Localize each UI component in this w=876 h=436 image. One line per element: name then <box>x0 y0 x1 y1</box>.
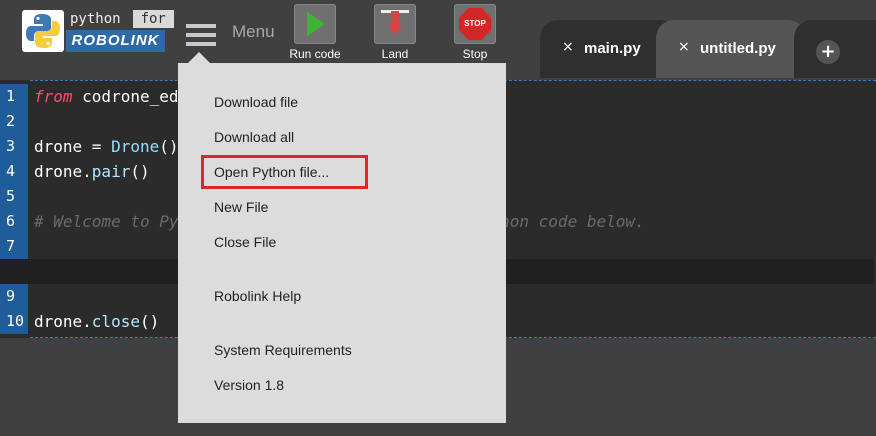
line-number: 7 <box>0 234 28 259</box>
line-number: 3 <box>0 134 28 159</box>
code-text: codrone_ed <box>72 87 179 106</box>
line-number: 2 <box>0 109 28 134</box>
tab-untitled-py[interactable]: × untitled.py <box>656 20 806 78</box>
stop-label: Stop <box>462 47 488 61</box>
python-for-robolink-logo: python for ROBOLINK <box>22 10 174 52</box>
close-tab-icon[interactable]: × <box>562 39 574 55</box>
play-icon[interactable] <box>294 4 336 44</box>
menu-label[interactable]: Menu <box>232 22 275 42</box>
run-code-label: Run code <box>289 47 341 61</box>
line-number: 1 <box>0 84 28 109</box>
code-text: drone = <box>34 137 112 156</box>
hamburger-menu-icon[interactable] <box>186 24 216 46</box>
main-menu-dropdown: Download file Download all Open Python f… <box>178 63 506 423</box>
line-number: 4 <box>0 159 28 184</box>
add-tab-button[interactable]: + <box>816 40 840 64</box>
line-number: 10 <box>0 309 28 334</box>
logo-robolink-text: ROBOLINK <box>66 30 165 52</box>
code-text: drone. <box>34 162 92 181</box>
menu-item-close-file[interactable]: Close File <box>214 234 276 250</box>
stop-sign-icon[interactable]: STOP <box>454 4 496 44</box>
python-logo-icon <box>22 10 64 52</box>
code-text: drone. <box>34 312 92 331</box>
line-number: 6 <box>0 209 28 234</box>
menu-item-download-file[interactable]: Download file <box>214 94 298 110</box>
comment-text: thon code below. <box>490 212 645 231</box>
land-label: Land <box>381 47 409 61</box>
stop-sign-text: STOP <box>459 8 491 40</box>
line-number: 9 <box>0 284 28 309</box>
run-code-button[interactable]: Run code <box>280 4 350 61</box>
code-text: () <box>130 162 150 181</box>
new-tab-area: + <box>794 20 876 78</box>
tab-label: untitled.py <box>700 40 776 57</box>
land-button[interactable]: Land <box>360 4 430 61</box>
menu-item-robolink-help[interactable]: Robolink Help <box>214 288 301 304</box>
dropdown-caret-icon <box>188 52 210 63</box>
line-number: 5 <box>0 184 28 209</box>
comment-text: # Welcome to Py <box>34 212 179 231</box>
logo-top-row: python for <box>66 10 174 28</box>
keyword-from: from <box>34 87 73 106</box>
tab-label: main.py <box>584 40 641 57</box>
menu-item-version: Version 1.8 <box>214 377 285 393</box>
code-text: () <box>139 312 160 331</box>
land-icon[interactable] <box>374 4 416 44</box>
code-text: () <box>159 137 179 156</box>
menu-item-download-all[interactable]: Download all <box>214 129 294 145</box>
close-tab-icon[interactable]: × <box>678 39 690 55</box>
stop-button[interactable]: STOP Stop <box>440 4 510 61</box>
logo-python-text: python <box>66 10 125 28</box>
function-name: pair <box>91 162 131 181</box>
class-name: Drone <box>111 137 160 156</box>
function-name: close <box>91 312 140 331</box>
menu-item-system-requirements[interactable]: System Requirements <box>214 342 352 358</box>
logo-for-text: for <box>132 10 174 28</box>
line-number-gutter: 1 2 3 4 5 6 7 8 9 10 <box>0 84 28 334</box>
menu-item-open-python-file[interactable]: Open Python file... <box>214 164 329 180</box>
menu-item-new-file[interactable]: New File <box>214 199 268 215</box>
